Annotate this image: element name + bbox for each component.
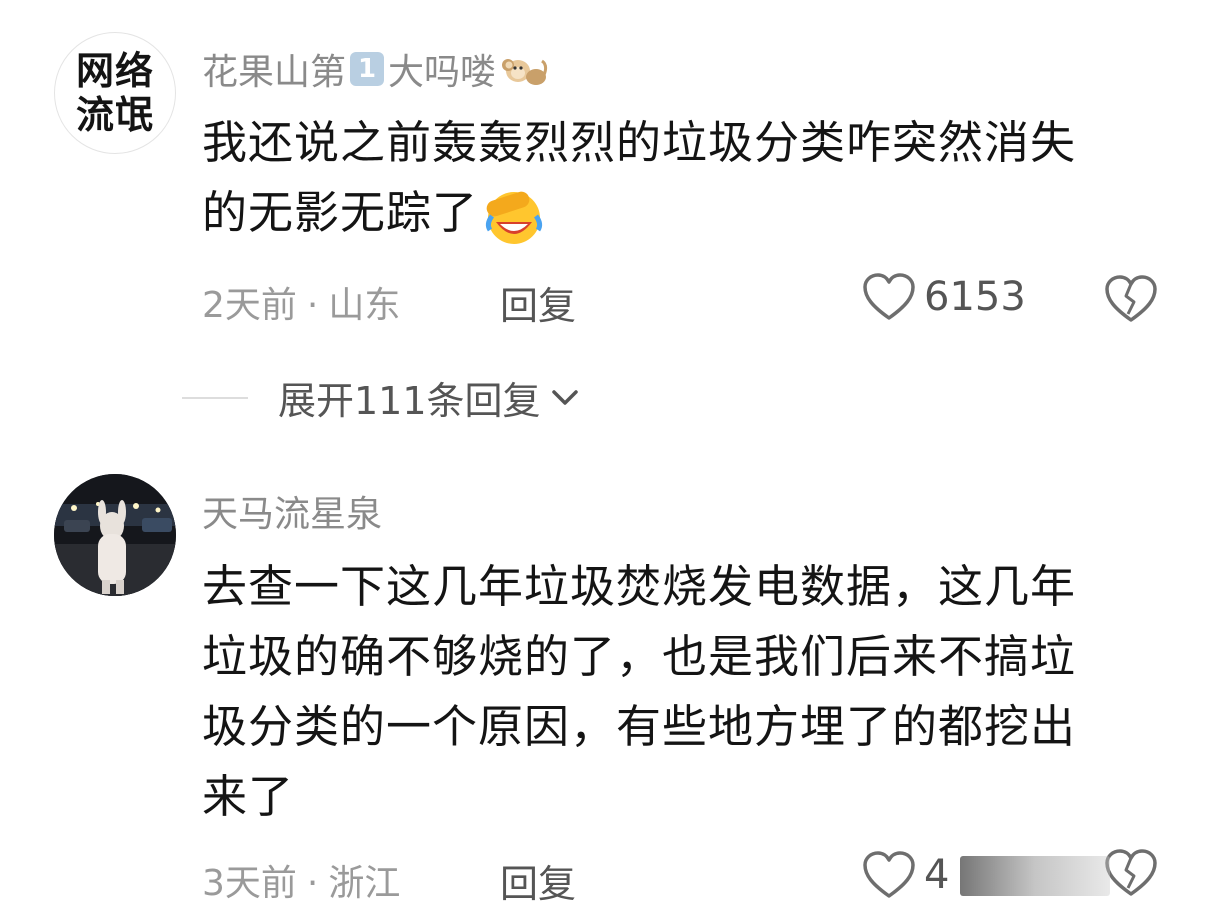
- dislike-button[interactable]: [1104, 848, 1158, 902]
- comment-text-line: 垃圾的确不够烧的了，也是我们后来不搞垃: [202, 630, 1077, 683]
- comment-text: 去查一下这几年垃圾焚烧发电数据，这几年 垃圾的确不够烧的了，也是我们后来不搞垃 …: [202, 552, 1162, 832]
- avatar-text-line: 流氓: [75, 93, 154, 137]
- comment-text-line: 的无影无踪了: [202, 178, 1162, 250]
- divider: [182, 396, 248, 399]
- comment-text-line: 来了: [202, 770, 295, 823]
- comment-item: 天马流星泉 去查一下这几年垃圾焚烧发电数据，这几年 垃圾的确不够烧的了，也是我们…: [0, 460, 1224, 910]
- username[interactable]: 天马流星泉: [202, 486, 382, 536]
- facepalm-laugh-emoji-icon: [485, 191, 543, 244]
- expand-replies-button[interactable]: 展开111条回复: [182, 370, 581, 425]
- username-tail-text: 大吗喽: [388, 52, 497, 93]
- comment-text-segment: 的无影无踪了: [202, 186, 479, 239]
- like-button[interactable]: 6153: [862, 272, 1026, 322]
- reply-button[interactable]: 回复: [500, 853, 576, 908]
- comment-text-line: 去查一下这几年垃圾焚烧发电数据，这几年: [202, 560, 1077, 613]
- level-badge: 1: [350, 52, 385, 86]
- comment-list: 网络 流氓 花果山第 1 大吗喽 我还说之前轰轰烈烈的垃圾分类咋突然消失 的无影…: [0, 0, 1224, 910]
- meta-separator: ·: [306, 285, 319, 326]
- comment-time: 2天前: [202, 285, 297, 326]
- avatar[interactable]: [54, 474, 176, 596]
- comment-text-line: 我还说之前轰轰烈烈的垃圾分类咋突然消失: [202, 116, 1077, 169]
- reply-button[interactable]: 回复: [500, 275, 576, 330]
- comment-meta: 3天前 · 浙江: [202, 854, 400, 906]
- comment-location: 浙江: [328, 863, 401, 904]
- meta-separator: ·: [306, 863, 319, 904]
- comment-time: 3天前: [202, 863, 297, 904]
- chevron-down-icon: [551, 389, 578, 405]
- broken-heart-icon: [1105, 275, 1157, 322]
- like-count: 6153: [924, 274, 1026, 320]
- comment-location: 山东: [328, 285, 401, 326]
- avatar[interactable]: 网络 流氓: [54, 32, 176, 154]
- watermark: [960, 856, 1110, 896]
- comment-item: 网络 流氓 花果山第 1 大吗喽 我还说之前轰轰烈烈的垃圾分类咋突然消失 的无影…: [0, 0, 1224, 360]
- username[interactable]: 花果山第 1 大吗喽: [202, 44, 548, 94]
- monkey-icon: [502, 59, 548, 85]
- comment-text: 我还说之前轰轰烈烈的垃圾分类咋突然消失 的无影无踪了: [202, 108, 1162, 250]
- broken-heart-icon: [1105, 849, 1157, 896]
- expand-replies-label: 展开111条回复: [278, 379, 541, 423]
- like-count: 4: [924, 852, 950, 898]
- comment-meta: 2天前 · 山东: [202, 276, 400, 328]
- comment-text-line: 圾分类的一个原因，有些地方埋了的都挖出: [202, 700, 1077, 753]
- username-text: 花果山第: [202, 52, 347, 93]
- avatar-text-line: 网络: [75, 49, 154, 93]
- dislike-button[interactable]: [1104, 274, 1158, 328]
- heart-icon: [863, 273, 915, 320]
- avatar-photo-image: [54, 474, 176, 596]
- heart-icon: [863, 851, 915, 898]
- like-button[interactable]: 4: [862, 850, 949, 900]
